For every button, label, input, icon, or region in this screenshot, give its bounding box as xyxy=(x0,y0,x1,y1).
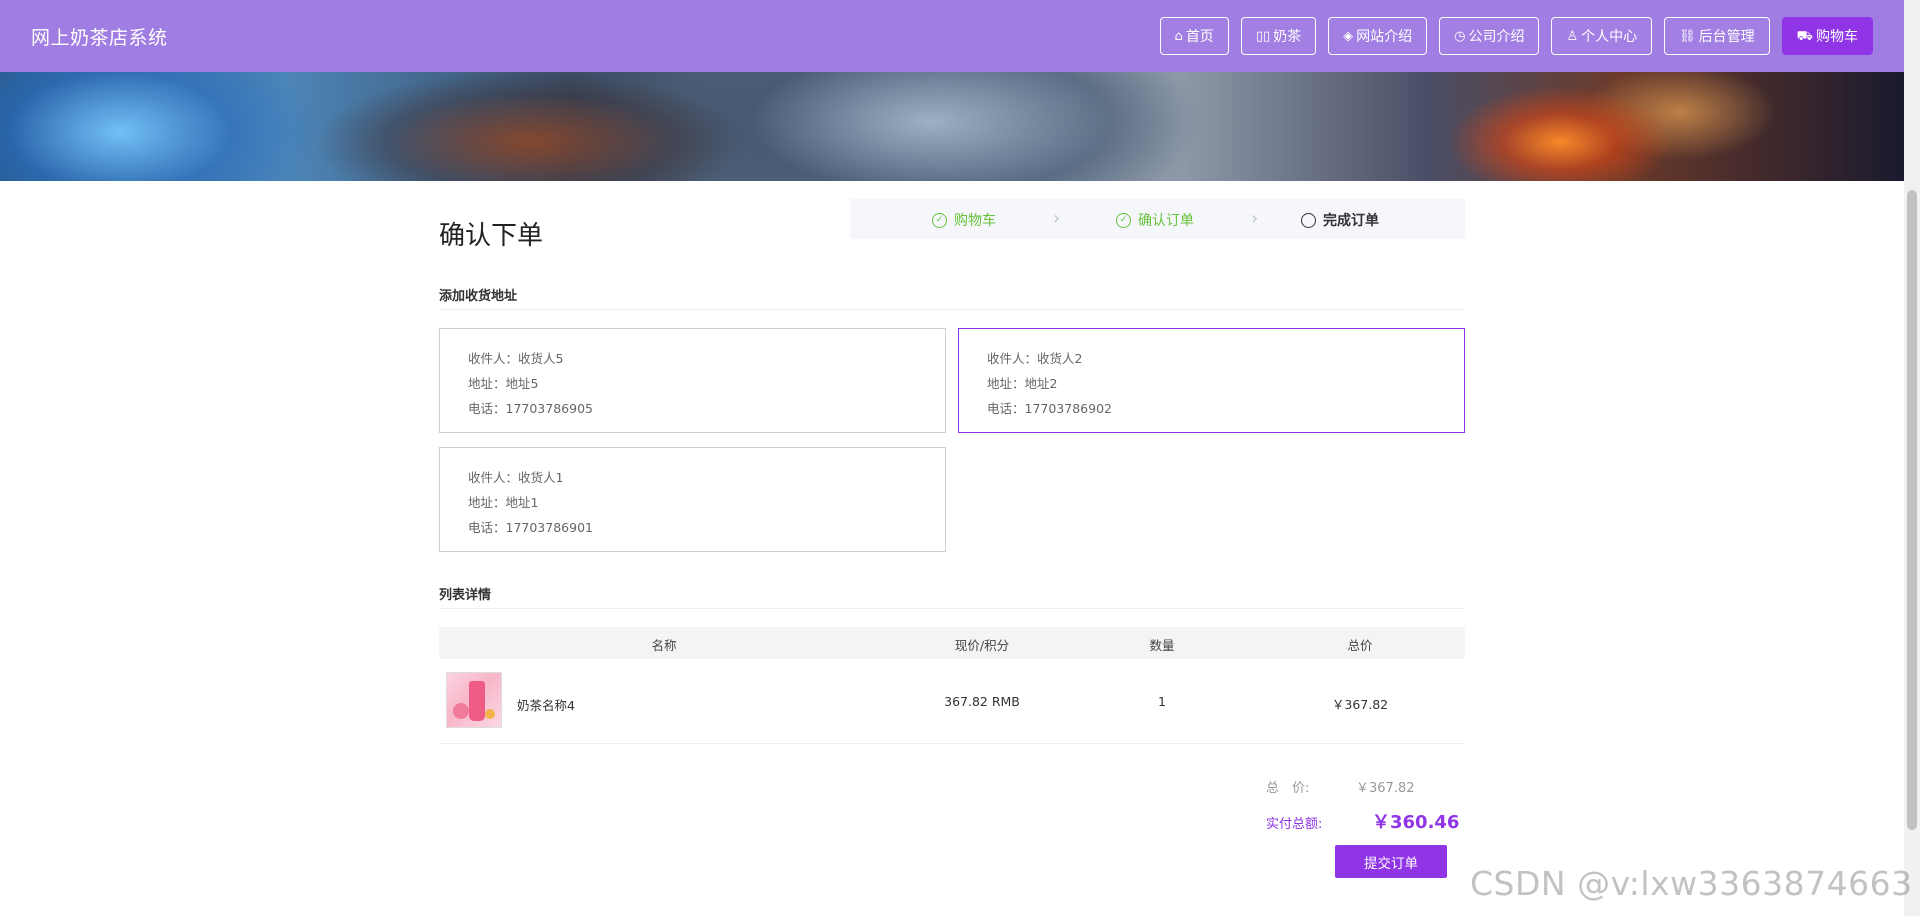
link-icon: ⛓ xyxy=(1679,28,1696,44)
total-price-label: 总 价: xyxy=(1266,781,1310,796)
list-section-title: 列表详情 xyxy=(439,588,492,603)
step-label: 完成订单 xyxy=(1323,213,1379,229)
column-header-total: 总价 xyxy=(1347,638,1373,653)
site-title: 网上奶茶店系统 xyxy=(31,26,168,49)
column-header-name: 名称 xyxy=(651,638,677,653)
chevron-right-icon: › xyxy=(1053,208,1061,229)
nav-cart-label: 购物车 xyxy=(1816,29,1858,45)
nav-admin-button[interactable]: ⛓ 后台管理 xyxy=(1664,17,1770,55)
phone-text: 电话：17703786905 xyxy=(468,401,593,416)
user-icon: ♙ xyxy=(1566,28,1579,44)
address-text: 地址：地址1 xyxy=(468,495,539,510)
banner-image xyxy=(0,72,1904,181)
address-card[interactable]: 收件人：收货人5 地址：地址5 电话：17703786905 xyxy=(439,328,946,433)
clock-icon: ◷ xyxy=(1454,28,1466,44)
actual-pay-label: 实付总额: xyxy=(1266,817,1323,832)
address-text: 地址：地址5 xyxy=(468,376,539,391)
recipient-text: 收件人：收货人2 xyxy=(987,351,1083,366)
table-row: 奶茶名称4 367.82 RMB 1 ￥367.82 xyxy=(439,659,1465,744)
step-cart: ✓ 购物车 xyxy=(932,210,996,230)
address-card[interactable]: 收件人：收货人1 地址：地址1 电话：17703786901 xyxy=(439,447,946,552)
nav-profile-button[interactable]: ♙ 个人中心 xyxy=(1551,17,1653,55)
home-icon: ⌂ xyxy=(1174,28,1183,44)
circle-icon xyxy=(1301,212,1316,228)
product-thumbnail xyxy=(446,672,502,728)
nav-company-intro-button[interactable]: ◷ 公司介绍 xyxy=(1439,17,1540,55)
divider xyxy=(439,608,1465,609)
step-label: 购物车 xyxy=(954,213,996,229)
total-price-value: ￥367.82 xyxy=(1356,781,1415,796)
page-title: 确认下单 xyxy=(439,221,544,251)
check-circle-icon: ✓ xyxy=(932,212,947,228)
nav-cart-button[interactable]: ⛟ 购物车 xyxy=(1781,17,1873,55)
nav-site-intro-button[interactable]: ◈ 网站介绍 xyxy=(1328,17,1428,55)
submit-order-button[interactable]: 提交订单 xyxy=(1335,845,1447,878)
phone-text: 电话：17703786901 xyxy=(468,520,593,535)
product-name: 奶茶名称4 xyxy=(517,698,575,713)
watermark-text: CSDN @v:lxw3363874663 xyxy=(1470,864,1913,903)
product-qty: 1 xyxy=(1158,694,1166,709)
nav-profile-label: 个人中心 xyxy=(1581,29,1638,45)
actual-pay-value: ￥360.46 xyxy=(1372,812,1460,833)
page-scrollbar[interactable] xyxy=(1904,0,1920,916)
top-navbar: 网上奶茶店系统 ⌂ 首页 ▯▯ 奶茶 ◈ 网站介绍 ◷ 公司介绍 ♙ 个人中心 … xyxy=(0,0,1904,72)
phone-text: 电话：17703786902 xyxy=(987,401,1112,416)
chevron-right-icon: › xyxy=(1251,208,1259,229)
address-card-selected[interactable]: 收件人：收货人2 地址：地址2 电话：17703786902 xyxy=(958,328,1465,433)
check-circle-icon: ✓ xyxy=(1116,212,1131,228)
recipient-text: 收件人：收货人5 xyxy=(468,351,564,366)
nav-menu: ⌂ 首页 ▯▯ 奶茶 ◈ 网站介绍 ◷ 公司介绍 ♙ 个人中心 ⛓ 后台管理 ⛟… xyxy=(1159,17,1873,55)
product-price: 367.82 RMB xyxy=(944,694,1020,709)
nav-site-intro-label: 网站介绍 xyxy=(1356,29,1413,45)
table-header: 名称 现价/积分 数量 总价 xyxy=(439,627,1465,659)
address-text: 地址：地址2 xyxy=(987,376,1058,391)
step-confirm-order: ✓ 确认订单 xyxy=(1116,210,1194,230)
nav-milktea-label: 奶茶 xyxy=(1273,29,1302,45)
step-complete-order: 完成订单 xyxy=(1301,210,1379,230)
address-section-title: 添加收货地址 xyxy=(439,289,518,304)
layers-icon: ◈ xyxy=(1343,28,1354,44)
nav-milktea-button[interactable]: ▯▯ 奶茶 xyxy=(1240,17,1317,55)
nav-home-label: 首页 xyxy=(1185,29,1214,45)
cart-icon: ⛟ xyxy=(1796,28,1813,44)
nav-admin-label: 后台管理 xyxy=(1698,29,1755,45)
divider xyxy=(439,309,1465,310)
step-label: 确认订单 xyxy=(1138,213,1194,229)
nav-home-button[interactable]: ⌂ 首页 xyxy=(1159,17,1229,55)
product-total: ￥367.82 xyxy=(1331,697,1389,712)
column-header-price: 现价/积分 xyxy=(954,638,1010,653)
nav-company-intro-label: 公司介绍 xyxy=(1468,29,1525,45)
grid-icon: ▯▯ xyxy=(1255,28,1271,44)
scrollbar-thumb[interactable] xyxy=(1907,190,1917,830)
recipient-text: 收件人：收货人1 xyxy=(468,470,564,485)
column-header-qty: 数量 xyxy=(1149,638,1175,653)
order-steps: ✓ 购物车 › ✓ 确认订单 › 完成订单 xyxy=(850,199,1465,239)
